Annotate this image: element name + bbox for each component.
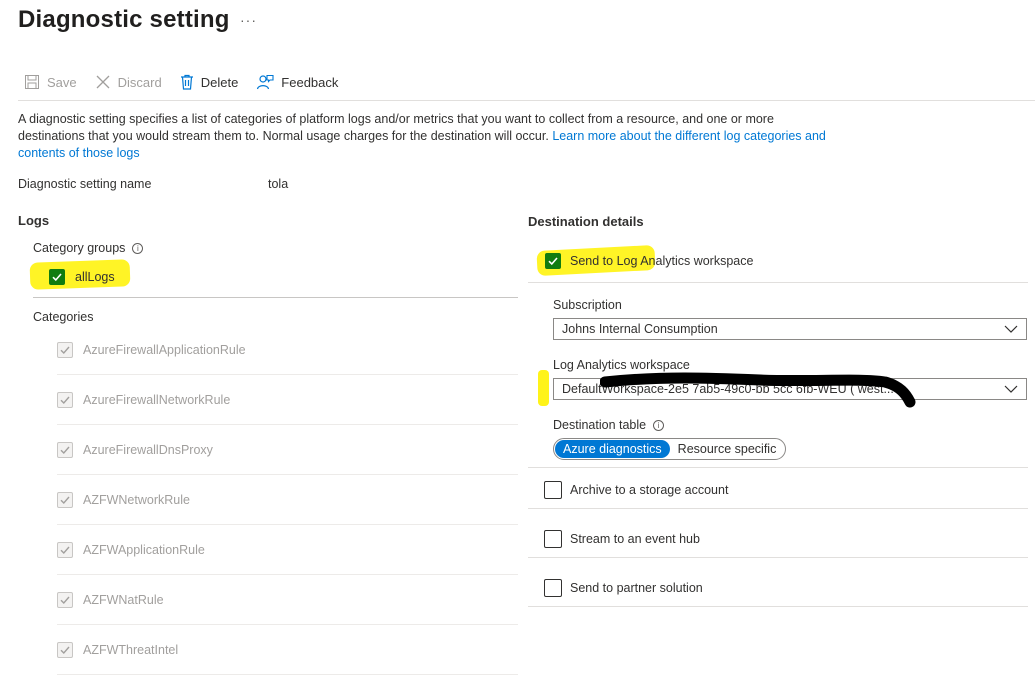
close-icon (96, 75, 110, 89)
log-analytics-label: Send to Log Analytics workspace (570, 254, 754, 268)
checkmark-icon (60, 596, 70, 604)
subscription-label: Subscription (553, 298, 622, 312)
category-label: AzureFirewallDnsProxy (83, 442, 213, 457)
log-analytics-checkbox-row[interactable]: Send to Log Analytics workspace (545, 253, 753, 269)
highlight-mark (538, 370, 549, 406)
checkmark-icon (60, 546, 70, 554)
destination-table-label: Destination table (553, 418, 647, 432)
description: A diagnostic setting specifies a list of… (18, 111, 828, 162)
archive-checkbox-row[interactable]: Archive to a storage account (544, 481, 728, 499)
checkmark-icon (60, 646, 70, 654)
destination-divider (528, 282, 1028, 283)
category-label: AZFWApplicationRule (83, 542, 205, 557)
subscription-dropdown[interactable]: Johns Internal Consumption (553, 318, 1027, 340)
category-row[interactable]: AzureFirewallDnsProxy (57, 425, 518, 475)
category-label: AzureFirewallApplicationRule (83, 342, 246, 357)
logs-heading: Logs (18, 213, 50, 228)
checkmark-icon (60, 446, 70, 454)
category-checkbox[interactable] (57, 641, 73, 658)
destination-table: Destination table i (553, 418, 665, 432)
category-checkbox[interactable] (57, 541, 73, 558)
category-row[interactable]: AzureFirewallApplicationRule (57, 325, 518, 375)
trash-icon (180, 74, 193, 90)
chevron-down-icon (1004, 325, 1018, 333)
category-checkbox[interactable] (57, 591, 73, 608)
stream-label: Stream to an event hub (570, 532, 700, 546)
feedback-icon (257, 74, 274, 90)
setting-name-value[interactable]: tola (268, 177, 288, 191)
command-bar: Save Discard Delete Feedback (24, 70, 356, 94)
category-row[interactable]: AZFWNatRule (57, 575, 518, 625)
checkmark-icon (60, 396, 70, 404)
toolbar-divider (18, 100, 1035, 101)
all-logs-label: allLogs (75, 270, 115, 284)
feedback-label: Feedback (281, 74, 339, 90)
destination-divider (528, 467, 1028, 468)
delete-label: Delete (200, 74, 239, 90)
category-label: AZFWNatRule (83, 592, 164, 607)
partner-checkbox[interactable] (544, 579, 562, 597)
category-row[interactable]: AZFWThreatIntel (57, 625, 518, 675)
setting-name-label: Diagnostic setting name (18, 177, 152, 191)
redaction-mark (600, 372, 916, 408)
category-groups: Category groups i (33, 241, 144, 255)
resource-specific-option[interactable]: Resource specific (670, 440, 785, 458)
checkmark-icon (60, 346, 70, 354)
stream-checkbox[interactable] (544, 530, 562, 548)
destination-divider (528, 557, 1028, 558)
more-options-button[interactable]: ··· (240, 12, 257, 28)
category-groups-label: Category groups (33, 241, 126, 255)
archive-label: Archive to a storage account (570, 483, 729, 497)
category-row[interactable]: AZFWNetworkRule (57, 475, 518, 525)
azure-diagnostics-option[interactable]: Azure diagnostics (555, 440, 670, 458)
subscription-value: Johns Internal Consumption (562, 322, 718, 336)
partner-label: Send to partner solution (570, 581, 703, 595)
chevron-down-icon (1004, 385, 1018, 393)
delete-button[interactable]: Delete (180, 74, 239, 90)
save-button[interactable]: Save (24, 74, 77, 90)
all-logs-checkbox-row[interactable]: allLogs (49, 269, 115, 285)
feedback-button[interactable]: Feedback (256, 74, 338, 90)
info-icon[interactable]: i (132, 242, 144, 254)
page-title: Diagnostic setting (18, 6, 230, 33)
checkmark-icon (60, 496, 70, 504)
discard-label: Discard (117, 74, 162, 90)
discard-button[interactable]: Discard (95, 74, 162, 90)
destination-divider (528, 606, 1028, 607)
section-divider (33, 297, 518, 298)
destination-table-toggle: Azure diagnostics Resource specific (553, 438, 787, 460)
archive-checkbox[interactable] (544, 481, 562, 499)
all-logs-checkbox[interactable] (49, 269, 65, 285)
category-label: AZFWThreatIntel (83, 642, 179, 657)
category-label: AzureFirewallNetworkRule (83, 392, 231, 407)
category-checkbox[interactable] (57, 391, 73, 408)
partner-checkbox-row[interactable]: Send to partner solution (544, 579, 703, 597)
destination-heading: Destination details (528, 214, 644, 229)
log-analytics-checkbox[interactable] (545, 253, 561, 269)
stream-checkbox-row[interactable]: Stream to an event hub (544, 530, 700, 548)
category-checkbox[interactable] (57, 341, 73, 358)
category-row[interactable]: AzureFirewallNetworkRule (57, 375, 518, 425)
category-checkbox[interactable] (57, 441, 73, 458)
save-icon (25, 75, 39, 89)
category-checkbox[interactable] (57, 491, 73, 508)
checkmark-icon (548, 257, 558, 266)
destination-divider (528, 508, 1028, 509)
info-icon[interactable]: i (653, 419, 665, 431)
category-row[interactable]: AZFWApplicationRule (57, 525, 518, 575)
checkmark-icon (52, 273, 62, 282)
categories-label: Categories (33, 310, 94, 324)
category-label: AZFWNetworkRule (83, 492, 190, 507)
save-label: Save (47, 74, 77, 90)
